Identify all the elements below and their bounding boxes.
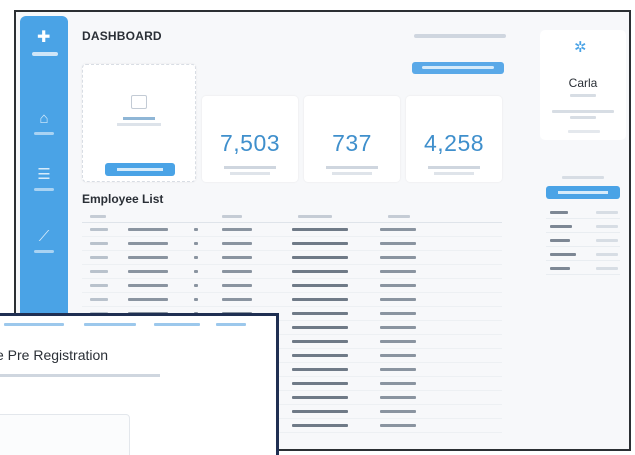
breadcrumb bbox=[0, 323, 270, 327]
stat-card: 7,503 bbox=[202, 96, 298, 182]
list-item[interactable] bbox=[546, 264, 620, 275]
table-row[interactable] bbox=[82, 223, 502, 237]
home-icon: ⌂ bbox=[39, 110, 49, 127]
pre-registration-popup: e Pre Registration bbox=[0, 313, 279, 455]
profile-name: Carla bbox=[568, 76, 598, 90]
brand-text bbox=[32, 52, 58, 56]
welcome-button[interactable] bbox=[105, 163, 175, 176]
list-item[interactable] bbox=[546, 236, 620, 247]
image-icon bbox=[131, 95, 147, 109]
gear-icon[interactable]: ✲ bbox=[574, 40, 587, 55]
stat-value: 4,258 bbox=[423, 130, 485, 156]
table-header bbox=[82, 210, 502, 223]
popup-title: e Pre Registration bbox=[0, 347, 109, 363]
table-row[interactable] bbox=[82, 279, 502, 293]
stat-value: 7,503 bbox=[219, 130, 281, 156]
profile-card: ✲ Carla bbox=[540, 30, 626, 140]
sidebar-item-analytics[interactable]: ⟋ bbox=[30, 228, 58, 260]
stat-value: 737 bbox=[332, 130, 372, 156]
list-item[interactable] bbox=[546, 208, 620, 219]
header-action-button[interactable] bbox=[412, 62, 504, 74]
logo-icon: ✚ bbox=[37, 29, 51, 46]
stat-card: 4,258 bbox=[406, 96, 502, 182]
table-row[interactable] bbox=[82, 251, 502, 265]
list-item[interactable] bbox=[546, 222, 620, 233]
list-icon: ☰ bbox=[37, 166, 51, 183]
header-meta bbox=[414, 34, 506, 38]
employee-list-title: Employee List bbox=[82, 192, 164, 206]
table-row[interactable] bbox=[82, 237, 502, 251]
popup-subtitle bbox=[0, 374, 160, 377]
list-item[interactable] bbox=[546, 250, 620, 261]
page-title: DASHBOARD bbox=[82, 29, 162, 43]
quick-links bbox=[540, 170, 626, 282]
table-row[interactable] bbox=[82, 265, 502, 279]
stat-card: 737 bbox=[304, 96, 400, 182]
sidebar-item-list[interactable]: ☰ bbox=[30, 166, 58, 198]
registration-input[interactable] bbox=[0, 414, 130, 455]
quick-links-button[interactable] bbox=[546, 186, 620, 199]
sidebar-item-home[interactable]: ⌂ bbox=[30, 110, 58, 142]
table-row[interactable] bbox=[82, 293, 502, 307]
welcome-card bbox=[82, 64, 196, 182]
chart-icon: ⟋ bbox=[38, 228, 50, 245]
